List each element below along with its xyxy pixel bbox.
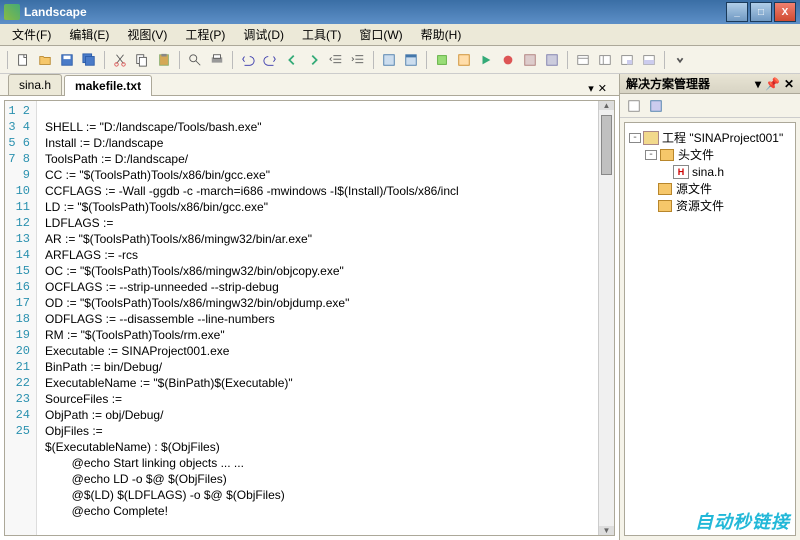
find-icon[interactable] <box>185 50 205 70</box>
panel3-icon[interactable] <box>617 50 637 70</box>
tree-resources-folder[interactable]: 资源文件 <box>645 197 791 214</box>
maximize-button[interactable]: □ <box>750 2 772 22</box>
titlebar: Landscape _ □ X <box>0 0 800 24</box>
close-button[interactable]: X <box>774 2 796 22</box>
copy-icon[interactable] <box>132 50 152 70</box>
solution-explorer: 解决方案管理器 ▾ 📌 ✕ - 工程 "SINAProject001" - 头文… <box>620 74 800 540</box>
window1-icon[interactable] <box>379 50 399 70</box>
tab-makefile[interactable]: makefile.txt <box>64 75 152 96</box>
window2-icon[interactable] <box>401 50 421 70</box>
toggle-icon[interactable] <box>670 50 690 70</box>
collapse-icon[interactable]: - <box>629 133 641 143</box>
nav-forward-icon[interactable] <box>304 50 324 70</box>
undo-icon[interactable] <box>238 50 258 70</box>
header-file-icon: H <box>673 165 689 179</box>
tab-sina-h[interactable]: sina.h <box>8 74 62 95</box>
sol-tool2-icon[interactable] <box>646 96 666 116</box>
solution-tree[interactable]: - 工程 "SINAProject001" - 头文件 H sina.h <box>624 122 796 536</box>
menu-project[interactable]: 工程(P) <box>177 24 233 45</box>
paste-icon[interactable] <box>154 50 174 70</box>
menu-view[interactable]: 视图(V) <box>119 24 175 45</box>
sol-tool1-icon[interactable] <box>624 96 644 116</box>
indent-icon[interactable] <box>348 50 368 70</box>
build-icon[interactable] <box>432 50 452 70</box>
tree-file-sina-h[interactable]: H sina.h <box>661 163 791 180</box>
panel4-icon[interactable] <box>639 50 659 70</box>
folder-icon <box>657 182 673 196</box>
panel2-icon[interactable] <box>595 50 615 70</box>
menu-debug[interactable]: 调试(D) <box>235 24 292 45</box>
panel-dropdown-icon[interactable]: ▾ <box>755 77 761 91</box>
save-icon[interactable] <box>57 50 77 70</box>
tree-sources-folder[interactable]: 源文件 <box>645 180 791 197</box>
solution-title: 解决方案管理器 <box>626 75 710 92</box>
menubar: 文件(F) 编辑(E) 视图(V) 工程(P) 调试(D) 工具(T) 窗口(W… <box>0 24 800 46</box>
panel-pin-icon[interactable]: 📌 <box>765 77 780 91</box>
project-icon <box>643 131 659 145</box>
open-icon[interactable] <box>35 50 55 70</box>
folder-icon <box>659 148 675 162</box>
tree-project-root[interactable]: - 工程 "SINAProject001" <box>629 129 791 146</box>
tool2-icon[interactable] <box>542 50 562 70</box>
menu-file[interactable]: 文件(F) <box>4 24 59 45</box>
folder-icon <box>657 199 673 213</box>
redo-icon[interactable] <box>260 50 280 70</box>
run-icon[interactable] <box>476 50 496 70</box>
tool1-icon[interactable] <box>520 50 540 70</box>
menu-window[interactable]: 窗口(W) <box>351 24 410 45</box>
tab-dropdown-icon[interactable]: ▾ <box>588 82 594 95</box>
print-icon[interactable] <box>207 50 227 70</box>
menu-help[interactable]: 帮助(H) <box>413 24 470 45</box>
new-file-icon[interactable] <box>13 50 33 70</box>
code-editor[interactable]: SHELL := "D:/landscape/Tools/bash.exe"In… <box>37 101 598 535</box>
tree-headers-folder[interactable]: - 头文件 <box>645 146 791 163</box>
collapse-icon[interactable]: - <box>645 150 657 160</box>
editor-panel: sina.h makefile.txt ▾ ✕ 1 2 3 4 5 6 7 8 … <box>0 74 620 540</box>
debug-icon[interactable] <box>498 50 518 70</box>
menu-edit[interactable]: 编辑(E) <box>61 24 117 45</box>
tab-strip: sina.h makefile.txt ▾ ✕ <box>0 74 619 96</box>
outdent-icon[interactable] <box>326 50 346 70</box>
minimize-button[interactable]: _ <box>726 2 748 22</box>
cut-icon[interactable] <box>110 50 130 70</box>
menu-tools[interactable]: 工具(T) <box>294 24 349 45</box>
project-label: 工程 "SINAProject001" <box>662 129 783 146</box>
compile-icon[interactable] <box>454 50 474 70</box>
app-icon <box>4 4 20 20</box>
vertical-scrollbar[interactable] <box>598 101 614 535</box>
window-title: Landscape <box>24 5 724 19</box>
line-gutter: 1 2 3 4 5 6 7 8 9 10 11 12 13 14 15 16 1… <box>5 101 37 535</box>
save-all-icon[interactable] <box>79 50 99 70</box>
nav-back-icon[interactable] <box>282 50 302 70</box>
toolbar <box>0 46 800 74</box>
panel1-icon[interactable] <box>573 50 593 70</box>
watermark: 自动秒链接 <box>695 508 790 534</box>
solution-title-bar: 解决方案管理器 ▾ 📌 ✕ <box>620 74 800 94</box>
panel-close-icon[interactable]: ✕ <box>784 77 794 91</box>
tab-close-icon[interactable]: ✕ <box>598 82 607 95</box>
solution-toolbar <box>620 94 800 118</box>
